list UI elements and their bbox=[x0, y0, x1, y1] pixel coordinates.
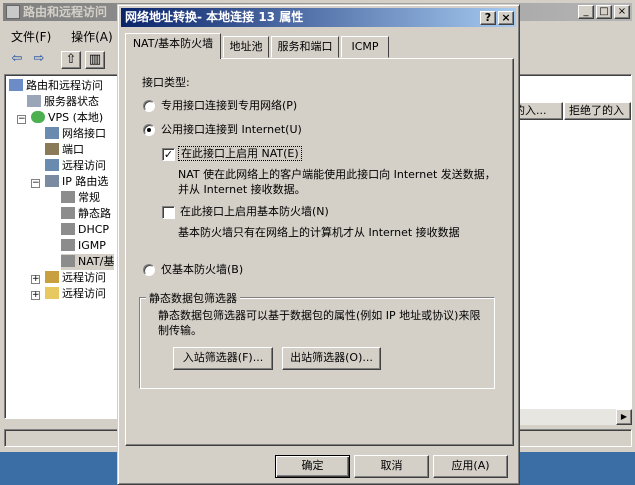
show-tree-icon[interactable]: ▥ bbox=[85, 51, 105, 69]
folder-icon bbox=[45, 287, 59, 299]
up-folder-icon[interactable]: ⇧ bbox=[61, 51, 81, 69]
general-icon bbox=[61, 191, 75, 203]
radio-public-label[interactable]: 公用接口连接到 Internet(U) bbox=[161, 123, 302, 137]
menu-bar: 文件(F) 操作(A) bbox=[3, 26, 121, 46]
network-icon bbox=[45, 127, 59, 139]
radio-selected-dot bbox=[147, 128, 151, 132]
computer-icon bbox=[9, 79, 23, 91]
tab-icmp[interactable]: ICMP bbox=[341, 36, 389, 58]
enable-firewall-label[interactable]: 在此接口上启用基本防火墙(N) bbox=[180, 205, 329, 219]
help-button[interactable]: ? bbox=[480, 11, 496, 25]
dialog-close-button[interactable]: × bbox=[498, 11, 514, 25]
column-header[interactable]: 拒绝了的入 bbox=[564, 102, 631, 120]
app-icon bbox=[6, 5, 20, 19]
nat-properties-dialog: 网络地址转换- 本地连接 13 属性 ? × NAT/基本防火墙 地址池 服务和… bbox=[117, 4, 520, 485]
nat-icon bbox=[61, 255, 75, 267]
details-pane: 的入... 拒绝了的入 bbox=[508, 74, 632, 419]
firewall-description: 基本防火墙只有在网络上的计算机才从 Internet 接收数据 bbox=[178, 226, 460, 239]
back-arrow-icon[interactable]: ⇦ bbox=[7, 51, 27, 69]
menu-action[interactable]: 操作(A) bbox=[63, 26, 121, 47]
radio-firewall-only[interactable] bbox=[143, 264, 155, 276]
radio-public-interface[interactable] bbox=[143, 124, 155, 136]
interface-type-label: 接口类型: bbox=[142, 76, 190, 89]
tree-item-static-routes[interactable]: 静态路 bbox=[61, 206, 111, 222]
dialog-title: 网络地址转换- 本地连接 13 属性 bbox=[125, 10, 304, 24]
policy-icon bbox=[45, 271, 59, 283]
tree-item-remote-access-policies[interactable]: 远程访问 bbox=[45, 270, 106, 286]
inbound-filters-button[interactable]: 入站筛选器(F)... bbox=[173, 347, 273, 370]
tree-item-igmp[interactable]: IGMP bbox=[61, 238, 106, 254]
tab-address-pool[interactable]: 地址池 bbox=[223, 36, 269, 58]
menu-file[interactable]: 文件(F) bbox=[3, 26, 59, 47]
tree-item-ip-routing[interactable]: IP 路由选 bbox=[45, 174, 108, 190]
horizontal-scrollbar[interactable]: ▶ bbox=[508, 409, 632, 425]
enable-nat-label[interactable]: 在此接口上启用 NAT(E) bbox=[178, 146, 302, 161]
expand-toggle[interactable]: + bbox=[31, 275, 40, 284]
apply-button[interactable]: 应用(A) bbox=[433, 455, 508, 478]
tree-item-general[interactable]: 常规 bbox=[61, 190, 100, 206]
radio-private-interface[interactable] bbox=[143, 100, 155, 112]
dhcp-icon bbox=[61, 223, 75, 235]
tree-item-remote-access-logging[interactable]: 远程访问 bbox=[45, 286, 106, 302]
tree-item-vps[interactable]: VPS (本地) bbox=[31, 110, 103, 126]
routing-icon bbox=[45, 175, 59, 187]
forward-arrow-icon[interactable]: ⇨ bbox=[29, 51, 49, 69]
enable-nat-label-wrap[interactable]: 在此接口上启用 NAT(E) bbox=[178, 146, 302, 161]
tree-item-remote-access-clients[interactable]: 远程访问 bbox=[45, 158, 106, 174]
console-tree: 路由和远程访问 服务器状态 − VPS (本地) 网络接口 端口 远程访问 − … bbox=[4, 74, 124, 419]
tree-item-nat[interactable]: NAT/基 bbox=[61, 254, 115, 270]
expand-toggle[interactable]: − bbox=[31, 179, 40, 188]
ok-button[interactable]: 确定 bbox=[275, 455, 350, 478]
outbound-filters-button[interactable]: 出站筛选器(O)... bbox=[282, 347, 381, 370]
tree-item-root[interactable]: 路由和远程访问 bbox=[9, 78, 103, 94]
expand-toggle[interactable]: + bbox=[31, 291, 40, 300]
packet-filters-description: 静态数据包筛选器可以基于数据包的属性(例如 IP 地址或协议)来限制传输。 bbox=[158, 309, 481, 337]
tree-item-ports[interactable]: 端口 bbox=[45, 142, 84, 158]
cancel-button[interactable]: 取消 bbox=[354, 455, 429, 478]
tree-item-dhcp[interactable]: DHCP bbox=[61, 222, 109, 238]
tree-item-server-status[interactable]: 服务器状态 bbox=[27, 94, 99, 110]
nat-description: NAT 使在此网络上的客户端能使用此接口向 Internet 发送数据，并从 I… bbox=[178, 168, 496, 196]
radio-firewall-only-label[interactable]: 仅基本防火墙(B) bbox=[161, 263, 243, 277]
enable-nat-checkbox[interactable]: ✓ bbox=[162, 148, 175, 161]
console-title: 路由和远程访问 bbox=[23, 5, 108, 19]
maximize-button[interactable]: □ bbox=[596, 5, 612, 19]
radio-private-label[interactable]: 专用接口连接到专用网络(P) bbox=[161, 99, 297, 113]
server-icon bbox=[27, 95, 41, 107]
close-button[interactable]: × bbox=[614, 5, 630, 19]
scroll-right-icon[interactable]: ▶ bbox=[616, 409, 632, 425]
clients-icon bbox=[45, 159, 59, 171]
packet-filters-legend: 静态数据包筛选器 bbox=[146, 290, 240, 306]
dialog-title-bar: 网络地址转换- 本地连接 13 属性 bbox=[121, 8, 516, 27]
tab-services-ports[interactable]: 服务和端口 bbox=[271, 36, 339, 58]
enable-firewall-checkbox[interactable] bbox=[162, 206, 175, 219]
static-routes-icon bbox=[61, 207, 75, 219]
tree-item-network-interfaces[interactable]: 网络接口 bbox=[45, 126, 106, 142]
minimize-button[interactable]: _ bbox=[578, 5, 594, 19]
server-running-icon bbox=[31, 111, 45, 123]
expand-toggle[interactable]: − bbox=[17, 115, 26, 124]
ports-icon bbox=[45, 143, 59, 155]
igmp-icon bbox=[61, 239, 75, 251]
tab-nat-firewall[interactable]: NAT/基本防火墙 bbox=[125, 33, 221, 59]
